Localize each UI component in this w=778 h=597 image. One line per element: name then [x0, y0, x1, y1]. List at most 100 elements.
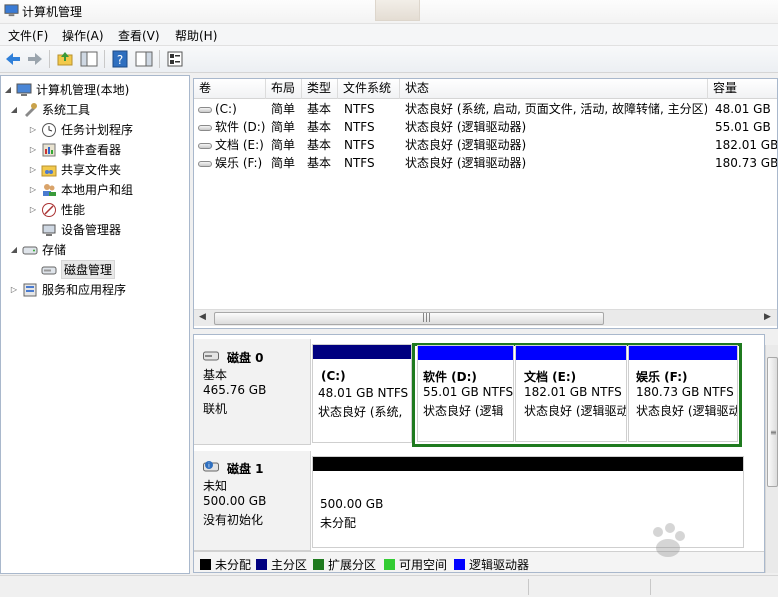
volume-capacity: 48.01 GB [715, 102, 771, 116]
partition-e[interactable]: 文档 (E:) 182.01 GB NTFS 状态良好 (逻辑驱动 [515, 345, 627, 442]
drive-icon [198, 106, 212, 113]
collapse-icon[interactable]: ◢ [3, 85, 13, 94]
drive-icon [198, 142, 212, 149]
tree-item-shared-folders[interactable]: ▷ 共享文件夹 [28, 160, 121, 179]
expand-icon[interactable]: ▷ [28, 165, 38, 174]
back-icon[interactable] [3, 49, 23, 69]
tree-item-computer-management[interactable]: ◢ 计算机管理(本地) [3, 80, 129, 99]
volume-name: 文档 (E:) [215, 138, 264, 152]
tree-item-system-tools[interactable]: ◢ 系统工具 [9, 100, 90, 119]
partition-size: 180.73 GB NTFS [636, 385, 734, 399]
partition-size: 55.01 GB NTFS [423, 385, 514, 399]
disk-management-icon [41, 266, 57, 274]
show-hide-tree-icon[interactable] [79, 49, 99, 69]
menu-help[interactable]: 帮助(H) [175, 27, 217, 44]
volume-name: (C:) [215, 102, 237, 116]
partition-status: 状态良好 (逻辑 [423, 404, 504, 418]
column-header-status[interactable]: 状态 [400, 79, 708, 99]
collapse-icon[interactable]: ◢ [9, 245, 19, 254]
column-header-type[interactable]: 类型 [302, 79, 338, 99]
legend-free-space: 可用空间 [384, 556, 447, 572]
tree-item-storage[interactable]: ◢ 存储 [9, 240, 66, 259]
volume-type: 基本 [307, 138, 332, 152]
volume-layout: 简单 [271, 102, 296, 116]
vertical-scrollbar[interactable]: ≡ [765, 345, 778, 573]
partition-label: 娱乐 (F:) [636, 370, 688, 384]
forward-icon[interactable] [25, 49, 45, 69]
expand-icon[interactable]: ▷ [28, 185, 38, 194]
up-folder-icon[interactable] [55, 49, 75, 69]
horizontal-scrollbar[interactable]: ◀ ||| ▶ [194, 309, 777, 326]
disk-icon [203, 351, 219, 361]
volume-capacity: 182.01 GB [715, 138, 778, 152]
disk-0-info[interactable]: 磁盘 0 基本 465.76 GB 联机 [194, 339, 311, 445]
tree-item-task-scheduler[interactable]: ▷ 任务计划程序 [28, 120, 133, 139]
partition-size: 182.01 GB NTFS [524, 385, 622, 399]
legend-logical-drive: 逻辑驱动器 [454, 556, 529, 572]
tree-item-disk-management[interactable]: 磁盘管理 [28, 260, 116, 279]
disk-type: 基本 [203, 368, 228, 382]
computer-management-icon [16, 83, 32, 96]
column-header-layout[interactable]: 布局 [266, 79, 302, 99]
scrollbar-thumb[interactable]: ≡ [767, 357, 778, 487]
device-manager-icon [42, 224, 56, 236]
drive-icon [198, 124, 212, 131]
volume-status: 状态良好 (系统, 启动, 页面文件, 活动, 故障转储, 主分区) [405, 102, 707, 116]
drive-icon [198, 160, 212, 167]
logical-drive-bar [629, 346, 737, 360]
primary-partition-bar [313, 345, 411, 359]
tree-item-event-viewer[interactable]: ▷ 事件查看器 [28, 140, 121, 159]
expand-icon[interactable]: ▷ [28, 125, 38, 134]
watermark-logo [653, 523, 685, 557]
tree-item-local-users-groups[interactable]: ▷ 本地用户和组 [28, 180, 133, 199]
svg-text:?: ? [117, 53, 123, 67]
volume-filesystem: NTFS [344, 102, 375, 116]
volume-row[interactable]: 文档 (E:) 简单 基本 NTFS 状态良好 (逻辑驱动器) 182.01 G… [194, 136, 778, 154]
tree-item-device-manager[interactable]: 设备管理器 [28, 220, 121, 239]
disk-name: 磁盘 0 [227, 351, 264, 365]
expand-icon[interactable]: ▷ [28, 205, 38, 214]
column-header-capacity[interactable]: 容量 [708, 79, 777, 99]
volume-row[interactable]: 娱乐 (F:) 简单 基本 NTFS 状态良好 (逻辑驱动器) 180.73 G… [194, 154, 778, 172]
volume-row[interactable]: 软件 (D:) 简单 基本 NTFS 状态良好 (逻辑驱动器) 55.01 GB [194, 118, 777, 136]
volume-row[interactable]: (C:) 简单 基本 NTFS 状态良好 (系统, 启动, 页面文件, 活动, … [194, 100, 777, 118]
window-control[interactable] [375, 0, 420, 21]
disk-1-info[interactable]: i 磁盘 1 未知 500.00 GB 没有初始化 [194, 451, 311, 551]
partition-d[interactable]: 软件 (D:) 55.01 GB NTFS 状态良好 (逻辑 [417, 345, 514, 442]
volume-filesystem: NTFS [344, 120, 375, 134]
expand-icon[interactable]: ▷ [9, 285, 19, 294]
show-hide-action-pane-icon[interactable] [134, 49, 154, 69]
disk-status: 没有初始化 [203, 513, 264, 527]
properties-icon[interactable] [165, 49, 185, 69]
computer-management-icon [4, 4, 19, 17]
disk-size: 500.00 GB [203, 494, 267, 508]
tree-item-services-apps[interactable]: ▷ 服务和应用程序 [9, 280, 126, 299]
menu-action[interactable]: 操作(A) [62, 27, 104, 44]
title-bar: 计算机管理 [0, 0, 778, 24]
logical-drive-bar [418, 346, 513, 360]
partition-label: 软件 (D:) [423, 370, 477, 384]
volume-status: 状态良好 (逻辑驱动器) [405, 120, 527, 134]
volume-capacity: 180.73 GB [715, 156, 778, 170]
toolbar: ? [0, 46, 778, 73]
disk-status: 联机 [203, 402, 228, 416]
column-header-filesystem[interactable]: 文件系统 [338, 79, 400, 99]
partition-c[interactable]: (C:) 48.01 GB NTFS 状态良好 (系统, [312, 344, 412, 443]
scroll-left-icon[interactable]: ◀ [199, 312, 206, 322]
help-icon[interactable]: ? [110, 49, 130, 69]
volume-filesystem: NTFS [344, 156, 375, 170]
menu-file[interactable]: 文件(F) [8, 27, 48, 44]
scroll-right-icon[interactable]: ▶ [764, 312, 771, 322]
column-header-volume[interactable]: 卷 [194, 79, 266, 99]
tree-item-performance[interactable]: ▷ 性能 [28, 200, 85, 219]
menu-view[interactable]: 查看(V) [118, 27, 160, 44]
volume-name: 软件 (D:) [215, 120, 266, 134]
collapse-icon[interactable]: ◢ [9, 105, 19, 114]
expand-icon[interactable]: ▷ [28, 145, 38, 154]
disk-name: 磁盘 1 [227, 462, 264, 476]
partition-status: 未分配 [320, 516, 357, 530]
partition-status: 状态良好 (系统, [318, 405, 403, 419]
scrollbar-thumb[interactable]: ||| [214, 312, 604, 325]
partition-f[interactable]: 娱乐 (F:) 180.73 GB NTFS 状态良好 (逻辑驱动 [628, 345, 738, 442]
event-viewer-icon [42, 143, 56, 156]
